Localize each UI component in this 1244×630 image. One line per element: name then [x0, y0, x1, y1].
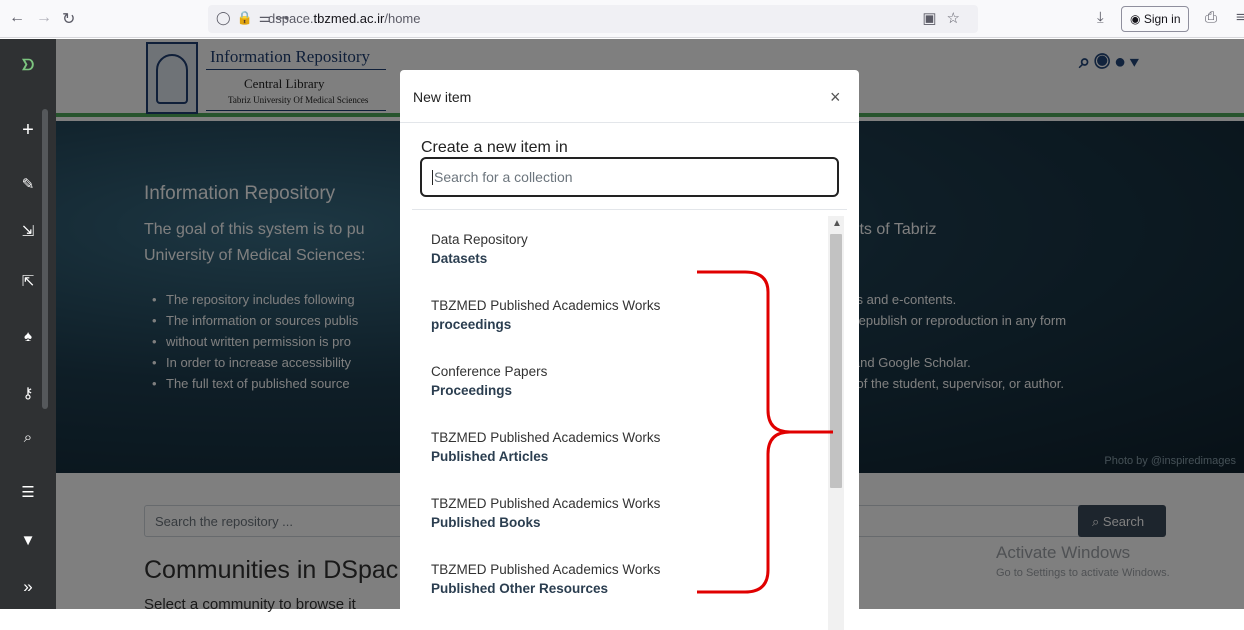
- menu-icon[interactable]: ≡: [1236, 9, 1244, 26]
- export-icon[interactable]: ⇱: [0, 272, 56, 290]
- sign-in-button[interactable]: ◉ Sign in: [1121, 6, 1189, 32]
- close-icon[interactable]: ×: [830, 87, 841, 108]
- sidebar-scrollbar[interactable]: [42, 109, 48, 409]
- new-icon[interactable]: +: [0, 119, 56, 142]
- list-icon[interactable]: ☰: [0, 483, 56, 501]
- import-icon[interactable]: ⇲: [0, 222, 56, 240]
- collection-option[interactable]: Data Repository Datasets: [431, 232, 811, 266]
- collection-option[interactable]: TBZMED Published Academics Works Publish…: [431, 430, 811, 464]
- reader-bookmark-icons[interactable]: ▣☆: [922, 9, 970, 27]
- address-bar[interactable]: ◯🔒⚌⊶ dspace.tbzmed.ac.ir/home ▣☆: [208, 5, 978, 33]
- key-icon[interactable]: ⚷: [0, 384, 56, 402]
- collection-option[interactable]: TBZMED Published Academics Works Publish…: [431, 496, 811, 530]
- text-cursor: [432, 170, 433, 185]
- scrollbar-thumb[interactable]: [830, 234, 842, 488]
- edit-icon[interactable]: ✎: [0, 175, 56, 193]
- browser-toolbar: ← → ↻ ◯🔒⚌⊶ dspace.tbzmed.ac.ir/home ▣☆ ⤓…: [0, 0, 1244, 38]
- modal-header-divider: [400, 122, 859, 123]
- collection-option[interactable]: TBZMED Published Academics Works Publish…: [431, 562, 811, 596]
- collection-option[interactable]: Conference Papers Proceedings: [431, 364, 811, 398]
- notifications-icon[interactable]: ♠: [0, 328, 56, 345]
- collection-search-input[interactable]: Search for a collection: [420, 157, 839, 197]
- search-icon[interactable]: ⌕: [0, 429, 56, 446]
- back-icon[interactable]: ←: [9, 9, 25, 27]
- dspace-logo-icon[interactable]: ᗤ: [0, 57, 56, 74]
- scroll-up-icon[interactable]: ▲: [832, 218, 842, 229]
- create-in-label: Create a new item in: [421, 139, 568, 156]
- filter-icon[interactable]: ▼: [0, 532, 56, 549]
- forward-icon[interactable]: →: [36, 9, 52, 27]
- share-icon[interactable]: ⎙: [1205, 9, 1217, 26]
- download-icon[interactable]: ⤓: [1097, 9, 1104, 26]
- collection-option[interactable]: TBZMED Published Academics Works proceed…: [431, 298, 811, 332]
- new-item-modal: New item × Create a new item in Search f…: [400, 70, 859, 630]
- expand-sidebar-icon[interactable]: »: [0, 577, 56, 597]
- admin-sidebar: ᗤ + ✎ ⇲ ⇱ ♠ ⚷ ⌕ ☰ ▼ »: [0, 39, 56, 609]
- url-text[interactable]: dspace.tbzmed.ac.ir/home: [268, 11, 421, 26]
- reload-icon[interactable]: ↻: [62, 9, 75, 29]
- list-divider: [412, 209, 847, 210]
- modal-title: New item: [413, 89, 472, 105]
